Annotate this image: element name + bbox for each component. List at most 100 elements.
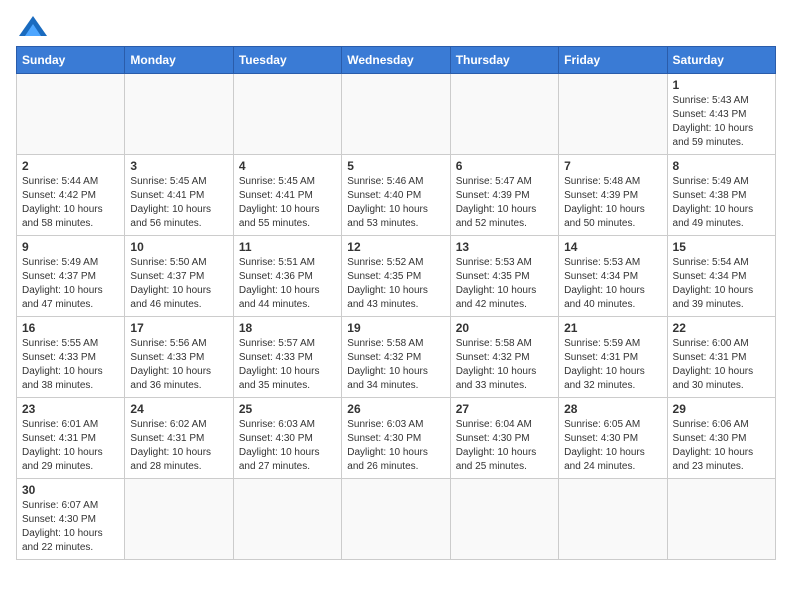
day-info: Sunrise: 5:44 AMSunset: 4:42 PMDaylight:… [22, 175, 119, 231]
calendar-cell: 20 Sunrise: 5:58 AMSunset: 4:32 PMDayligh… [450, 317, 558, 398]
day-info: Sunrise: 5:59 AMSunset: 4:31 PMDaylight:… [564, 337, 661, 393]
calendar-cell [450, 74, 558, 155]
calendar-cell: 15 Sunrise: 5:54 AMSunset: 4:34 PMDayligh… [667, 236, 775, 317]
calendar-cell: 4 Sunrise: 5:45 AMSunset: 4:41 PMDaylight… [233, 155, 341, 236]
day-info: Sunrise: 5:55 AMSunset: 4:33 PMDaylight:… [22, 337, 119, 393]
calendar-week-row: 23 Sunrise: 6:01 AMSunset: 4:31 PMDayligh… [17, 398, 776, 479]
day-number: 20 [456, 321, 553, 335]
day-info: Sunrise: 5:48 AMSunset: 4:39 PMDaylight:… [564, 175, 661, 231]
calendar-cell: 28 Sunrise: 6:05 AMSunset: 4:30 PMDayligh… [559, 398, 667, 479]
calendar-cell: 5Sunrise: 5:46 AMSunset: 4:40 PMDaylight… [342, 155, 450, 236]
day-info: Sunrise: 5:49 AMSunset: 4:38 PMDaylight:… [673, 175, 770, 231]
day-info: Sunrise: 5:51 AMSunset: 4:36 PMDaylight:… [239, 256, 336, 312]
day-info: Sunrise: 5:45 AMSunset: 4:41 PMDaylight:… [130, 175, 227, 231]
calendar-cell: 24Sunrise: 6:02 AMSunset: 4:31 PMDayligh… [125, 398, 233, 479]
calendar-header-thursday: Thursday [450, 47, 558, 74]
calendar-cell: 30 Sunrise: 6:07 AMSunset: 4:30 PMDayligh… [17, 479, 125, 560]
day-number: 13 [456, 240, 553, 254]
calendar-cell: 2 Sunrise: 5:44 AMSunset: 4:42 PMDaylight… [17, 155, 125, 236]
day-number: 15 [673, 240, 770, 254]
calendar-cell: 1 Sunrise: 5:43 AMSunset: 4:43 PMDaylight… [667, 74, 775, 155]
day-number: 12 [347, 240, 444, 254]
calendar-cell: 23 Sunrise: 6:01 AMSunset: 4:31 PMDayligh… [17, 398, 125, 479]
day-info: Sunrise: 5:50 AMSunset: 4:37 PMDaylight:… [130, 256, 227, 312]
day-number: 5 [347, 159, 444, 173]
calendar-cell [450, 479, 558, 560]
day-number: 6 [456, 159, 553, 173]
day-info: Sunrise: 5:58 AMSunset: 4:32 PMDaylight:… [347, 337, 444, 393]
day-info: Sunrise: 5:53 AMSunset: 4:34 PMDaylight:… [564, 256, 661, 312]
day-info: Sunrise: 5:49 AMSunset: 4:37 PMDaylight:… [22, 256, 119, 312]
calendar-cell [233, 479, 341, 560]
day-number: 3 [130, 159, 227, 173]
day-number: 11 [239, 240, 336, 254]
day-info: Sunrise: 6:05 AMSunset: 4:30 PMDaylight:… [564, 418, 661, 474]
day-info: Sunrise: 5:56 AMSunset: 4:33 PMDaylight:… [130, 337, 227, 393]
day-number: 30 [22, 483, 119, 497]
calendar-cell: 13Sunrise: 5:53 AMSunset: 4:35 PMDayligh… [450, 236, 558, 317]
calendar-cell [233, 74, 341, 155]
calendar-cell [559, 74, 667, 155]
day-number: 22 [673, 321, 770, 335]
day-number: 27 [456, 402, 553, 416]
day-number: 1 [673, 78, 770, 92]
day-number: 7 [564, 159, 661, 173]
day-number: 24 [130, 402, 227, 416]
day-number: 2 [22, 159, 119, 173]
calendar-cell [17, 74, 125, 155]
calendar-cell: 22 Sunrise: 6:00 AMSunset: 4:31 PMDayligh… [667, 317, 775, 398]
day-info: Sunrise: 6:06 AMSunset: 4:30 PMDaylight:… [673, 418, 770, 474]
day-info: Sunrise: 5:45 AMSunset: 4:41 PMDaylight:… [239, 175, 336, 231]
day-info: Sunrise: 6:03 AMSunset: 4:30 PMDaylight:… [347, 418, 444, 474]
calendar-cell: 14Sunrise: 5:53 AMSunset: 4:34 PMDayligh… [559, 236, 667, 317]
calendar-cell [559, 479, 667, 560]
day-number: 29 [673, 402, 770, 416]
calendar-header-tuesday: Tuesday [233, 47, 341, 74]
day-info: Sunrise: 6:07 AMSunset: 4:30 PMDaylight:… [22, 499, 119, 555]
day-info: Sunrise: 5:47 AMSunset: 4:39 PMDaylight:… [456, 175, 553, 231]
calendar-cell: 6 Sunrise: 5:47 AMSunset: 4:39 PMDaylight… [450, 155, 558, 236]
day-number: 19 [347, 321, 444, 335]
day-info: Sunrise: 5:54 AMSunset: 4:34 PMDaylight:… [673, 256, 770, 312]
calendar-cell [125, 479, 233, 560]
day-number: 17 [130, 321, 227, 335]
calendar-cell: 3 Sunrise: 5:45 AMSunset: 4:41 PMDaylight… [125, 155, 233, 236]
calendar-header-wednesday: Wednesday [342, 47, 450, 74]
calendar-cell: 21Sunrise: 5:59 AMSunset: 4:31 PMDayligh… [559, 317, 667, 398]
calendar-week-row: 1 Sunrise: 5:43 AMSunset: 4:43 PMDaylight… [17, 74, 776, 155]
calendar-header-friday: Friday [559, 47, 667, 74]
day-number: 4 [239, 159, 336, 173]
day-info: Sunrise: 5:43 AMSunset: 4:43 PMDaylight:… [673, 94, 770, 150]
calendar-cell: 8Sunrise: 5:49 AMSunset: 4:38 PMDaylight… [667, 155, 775, 236]
calendar-week-row: 9Sunrise: 5:49 AMSunset: 4:37 PMDaylight… [17, 236, 776, 317]
day-info: Sunrise: 6:01 AMSunset: 4:31 PMDaylight:… [22, 418, 119, 474]
calendar-cell: 29 Sunrise: 6:06 AMSunset: 4:30 PMDayligh… [667, 398, 775, 479]
day-number: 25 [239, 402, 336, 416]
day-number: 16 [22, 321, 119, 335]
calendar-header-row: SundayMondayTuesdayWednesdayThursdayFrid… [17, 47, 776, 74]
calendar-table: SundayMondayTuesdayWednesdayThursdayFrid… [16, 46, 776, 560]
day-info: Sunrise: 5:52 AMSunset: 4:35 PMDaylight:… [347, 256, 444, 312]
logo-icon [19, 16, 47, 36]
calendar-header-sunday: Sunday [17, 47, 125, 74]
calendar-cell: 12 Sunrise: 5:52 AMSunset: 4:35 PMDayligh… [342, 236, 450, 317]
day-number: 10 [130, 240, 227, 254]
header [16, 16, 776, 36]
calendar-cell: 18Sunrise: 5:57 AMSunset: 4:33 PMDayligh… [233, 317, 341, 398]
day-info: Sunrise: 6:00 AMSunset: 4:31 PMDaylight:… [673, 337, 770, 393]
calendar-cell: 19 Sunrise: 5:58 AMSunset: 4:32 PMDayligh… [342, 317, 450, 398]
calendar-cell: 7 Sunrise: 5:48 AMSunset: 4:39 PMDaylight… [559, 155, 667, 236]
day-number: 28 [564, 402, 661, 416]
logo [16, 16, 47, 36]
day-number: 18 [239, 321, 336, 335]
calendar-cell [667, 479, 775, 560]
day-number: 23 [22, 402, 119, 416]
calendar-week-row: 2 Sunrise: 5:44 AMSunset: 4:42 PMDaylight… [17, 155, 776, 236]
calendar-cell: 25Sunrise: 6:03 AMSunset: 4:30 PMDayligh… [233, 398, 341, 479]
day-info: Sunrise: 5:58 AMSunset: 4:32 PMDaylight:… [456, 337, 553, 393]
calendar-header-saturday: Saturday [667, 47, 775, 74]
calendar-cell: 11 Sunrise: 5:51 AMSunset: 4:36 PMDayligh… [233, 236, 341, 317]
calendar-cell: 26Sunrise: 6:03 AMSunset: 4:30 PMDayligh… [342, 398, 450, 479]
calendar-cell [125, 74, 233, 155]
calendar-header-monday: Monday [125, 47, 233, 74]
